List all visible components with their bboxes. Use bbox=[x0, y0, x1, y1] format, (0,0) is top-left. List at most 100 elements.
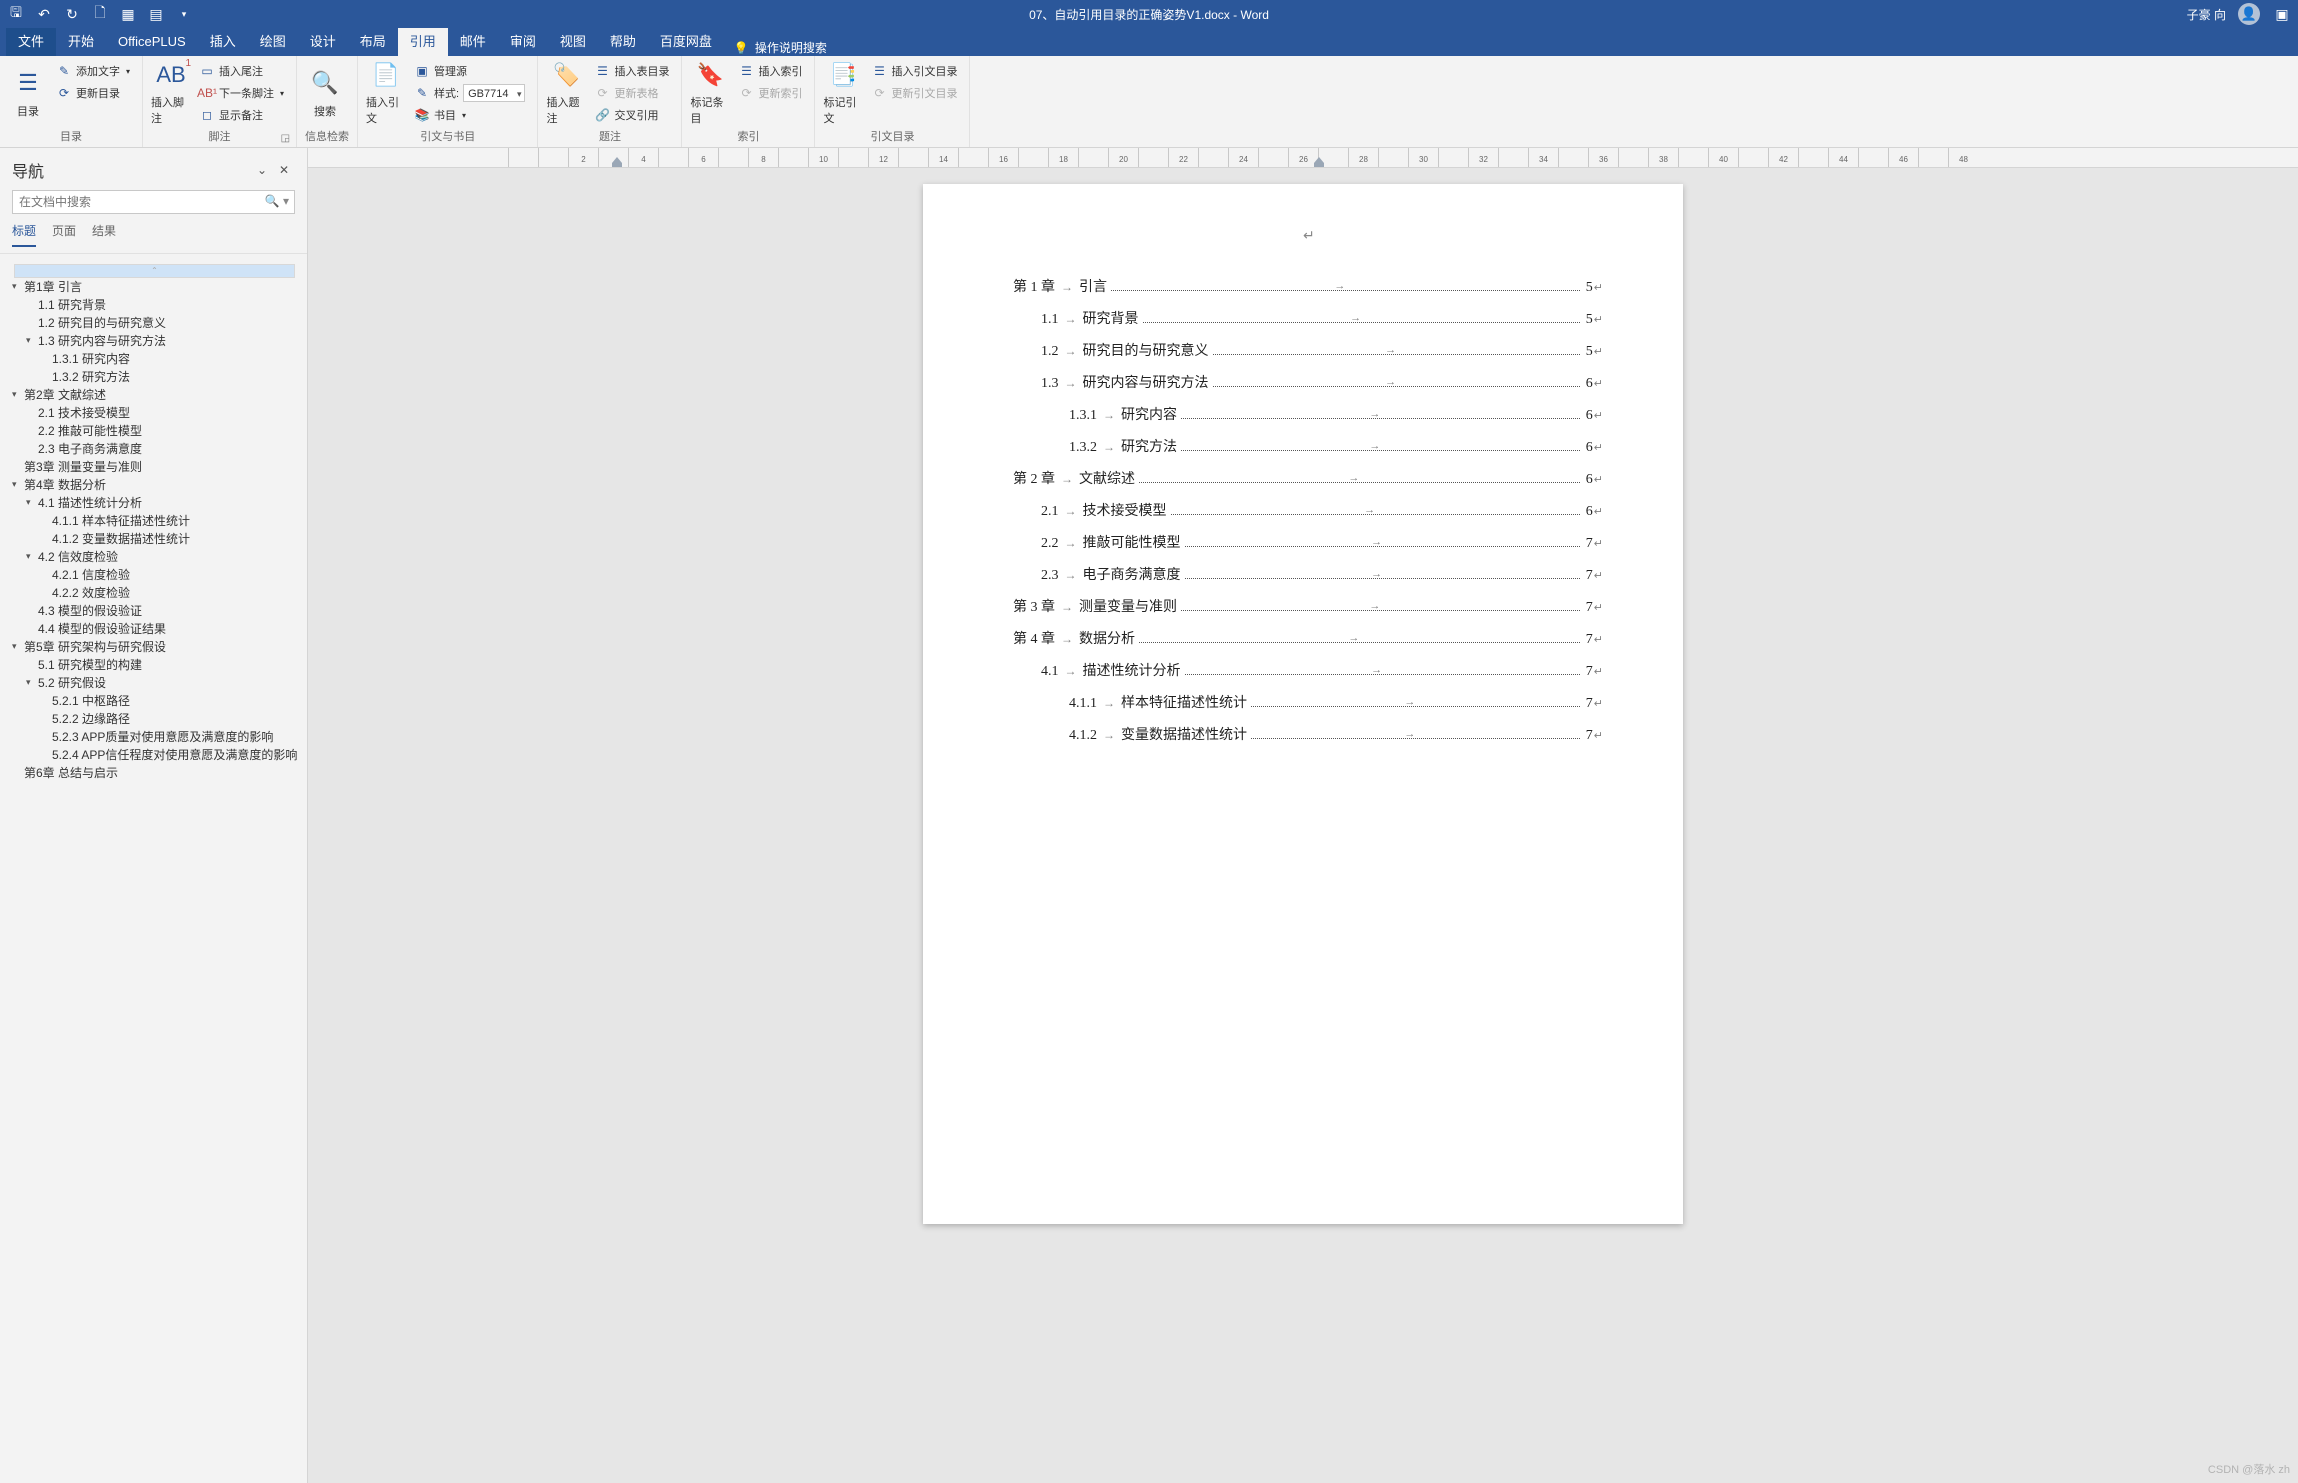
nav-heading-item[interactable]: 5.2.2 边缘路径 bbox=[8, 710, 303, 728]
cross-reference-button[interactable]: 🔗交叉引用 bbox=[590, 104, 673, 126]
insert-authorities-button[interactable]: ☰插入引文目录 bbox=[867, 60, 961, 82]
nav-heading-item[interactable]: 4.1.1 样本特征描述性统计 bbox=[8, 512, 303, 530]
nav-headings-tree[interactable]: ⌃ ▾第1章 引言1.1 研究背景1.2 研究目的与研究意义▾1.3 研究内容与… bbox=[0, 254, 307, 1483]
nav-tab-headings[interactable]: 标题 bbox=[12, 222, 36, 247]
form-icon[interactable]: ▤ bbox=[146, 4, 166, 24]
mark-entry-button[interactable]: 🔖 标记条目 bbox=[690, 60, 730, 126]
table-icon[interactable]: ▦ bbox=[118, 4, 138, 24]
nav-heading-item[interactable]: ▾第2章 文献综述 bbox=[8, 386, 303, 404]
tab-draw[interactable]: 绘图 bbox=[248, 28, 298, 56]
user-name[interactable]: 子豪 向 bbox=[2187, 6, 2226, 23]
nav-heading-item[interactable]: ▾5.2 研究假设 bbox=[8, 674, 303, 692]
toc-entry[interactable]: 2.1→技术接受模型6↵ bbox=[1013, 500, 1603, 520]
redo-icon[interactable]: ↻ bbox=[62, 4, 82, 24]
toc-entry[interactable]: 1.3.1→研究内容6↵ bbox=[1013, 404, 1603, 424]
toc-entry[interactable]: 2.3→电子商务满意度7↵ bbox=[1013, 564, 1603, 584]
twist-icon[interactable]: ▾ bbox=[26, 676, 38, 690]
new-doc-icon[interactable]: 🗋 bbox=[90, 4, 110, 24]
nav-heading-item[interactable]: 2.1 技术接受模型 bbox=[8, 404, 303, 422]
show-notes-button[interactable]: ◻显示备注 bbox=[195, 104, 288, 126]
nav-heading-item[interactable]: 1.3.1 研究内容 bbox=[8, 350, 303, 368]
undo-icon[interactable]: ↶ bbox=[34, 4, 54, 24]
bibliography-button[interactable]: 📚书目▾ bbox=[410, 104, 529, 126]
save-icon[interactable]: 🖫 bbox=[6, 4, 26, 24]
update-toc-button[interactable]: ⟳更新目录 bbox=[52, 82, 134, 104]
nav-close-icon[interactable]: ✕ bbox=[273, 159, 295, 181]
footnote-launcher-icon[interactable]: ◲ bbox=[281, 133, 290, 144]
toc-entry[interactable]: 第 3 章→测量变量与准则7↵ bbox=[1013, 596, 1603, 616]
nav-collapse-icon[interactable]: ⌄ bbox=[251, 159, 273, 181]
nav-heading-item[interactable]: 4.3 模型的假设验证 bbox=[8, 602, 303, 620]
nav-heading-item[interactable]: ▾4.2 信效度检验 bbox=[8, 548, 303, 566]
nav-heading-item[interactable]: 5.2.4 APP信任程度对使用意愿及满意度的影响 bbox=[8, 746, 303, 764]
nav-tab-pages[interactable]: 页面 bbox=[52, 222, 76, 247]
toc-entry[interactable]: 4.1→描述性统计分析7↵ bbox=[1013, 660, 1603, 680]
nav-heading-item[interactable]: 1.3.2 研究方法 bbox=[8, 368, 303, 386]
insert-table-figures-button[interactable]: ☰插入表目录 bbox=[590, 60, 673, 82]
nav-heading-item[interactable]: 4.2.1 信度检验 bbox=[8, 566, 303, 584]
toc-entry[interactable]: 1.3→研究内容与研究方法6↵ bbox=[1013, 372, 1603, 392]
tab-view[interactable]: 视图 bbox=[548, 28, 598, 56]
nav-heading-item[interactable]: 5.2.3 APP质量对使用意愿及满意度的影响 bbox=[8, 728, 303, 746]
horizontal-ruler[interactable]: 2468101214161820222426283032343638404244… bbox=[308, 148, 2298, 168]
nav-top-blank-item[interactable]: ⌃ bbox=[14, 264, 295, 278]
nav-heading-item[interactable]: 5.2.1 中枢路径 bbox=[8, 692, 303, 710]
tab-layout[interactable]: 布局 bbox=[348, 28, 398, 56]
nav-heading-item[interactable]: ▾第5章 研究架构与研究假设 bbox=[8, 638, 303, 656]
nav-heading-item[interactable]: ▾1.3 研究内容与研究方法 bbox=[8, 332, 303, 350]
user-avatar-icon[interactable]: 👤 bbox=[2238, 3, 2260, 25]
citation-style-value[interactable]: GB7714 bbox=[463, 84, 525, 102]
toc-entry[interactable]: 1.3.2→研究方法6↵ bbox=[1013, 436, 1603, 456]
add-text-button[interactable]: ✎添加文字▾ bbox=[52, 60, 134, 82]
tab-review[interactable]: 审阅 bbox=[498, 28, 548, 56]
nav-heading-item[interactable]: ▾第1章 引言 bbox=[8, 278, 303, 296]
search-icon[interactable]: 🔍 ▾ bbox=[265, 194, 289, 208]
tab-baidudisk[interactable]: 百度网盘 bbox=[648, 28, 724, 56]
insert-index-button[interactable]: ☰插入索引 bbox=[734, 60, 806, 82]
toc-entry[interactable]: 1.1→研究背景5↵ bbox=[1013, 308, 1603, 328]
insert-footnote-button[interactable]: AB1 插入脚注 bbox=[151, 60, 191, 126]
toc-entry[interactable]: 第 4 章→数据分析7↵ bbox=[1013, 628, 1603, 648]
insert-caption-button[interactable]: 🏷️ 插入题注 bbox=[546, 60, 586, 126]
tab-mailings[interactable]: 邮件 bbox=[448, 28, 498, 56]
nav-heading-item[interactable]: 1.2 研究目的与研究意义 bbox=[8, 314, 303, 332]
search-button[interactable]: 🔍 搜索 bbox=[305, 60, 345, 126]
tab-help[interactable]: 帮助 bbox=[598, 28, 648, 56]
twist-icon[interactable]: ▾ bbox=[12, 640, 24, 654]
nav-heading-item[interactable]: 4.2.2 效度检验 bbox=[8, 584, 303, 602]
nav-tab-results[interactable]: 结果 bbox=[92, 222, 116, 247]
twist-icon[interactable]: ▾ bbox=[12, 478, 24, 492]
twist-icon[interactable]: ▾ bbox=[26, 496, 38, 510]
toc-entry[interactable]: 2.2→推敲可能性模型7↵ bbox=[1013, 532, 1603, 552]
twist-icon[interactable]: ▾ bbox=[26, 550, 38, 564]
tell-me-search[interactable]: 💡 操作说明搜索 bbox=[734, 39, 827, 56]
nav-heading-item[interactable]: 1.1 研究背景 bbox=[8, 296, 303, 314]
toc-entry[interactable]: 4.1.1→样本特征描述性统计7↵ bbox=[1013, 692, 1603, 712]
insert-endnote-button[interactable]: ▭插入尾注 bbox=[195, 60, 288, 82]
tab-references[interactable]: 引用 bbox=[398, 28, 448, 56]
toc-entry[interactable]: 第 2 章→文献综述6↵ bbox=[1013, 468, 1603, 488]
toc-button[interactable]: ☰ 目录 bbox=[8, 60, 48, 126]
nav-heading-item[interactable]: 2.3 电子商务满意度 bbox=[8, 440, 303, 458]
nav-heading-item[interactable]: 5.1 研究模型的构建 bbox=[8, 656, 303, 674]
nav-heading-item[interactable]: ▾第4章 数据分析 bbox=[8, 476, 303, 494]
next-footnote-button[interactable]: AB¹下一条脚注▾ bbox=[195, 82, 288, 104]
qat-customize-icon[interactable]: ▾ bbox=[174, 4, 194, 24]
toc-entry[interactable]: 第 1 章→引言5↵ bbox=[1013, 276, 1603, 296]
tab-home[interactable]: 开始 bbox=[56, 28, 106, 56]
tab-insert[interactable]: 插入 bbox=[198, 28, 248, 56]
nav-heading-item[interactable]: 第3章 测量变量与准则 bbox=[8, 458, 303, 476]
twist-icon[interactable]: ▾ bbox=[12, 280, 24, 294]
tab-file[interactable]: 文件 bbox=[6, 28, 56, 56]
twist-icon[interactable]: ▾ bbox=[26, 334, 38, 348]
mark-citation-button[interactable]: 📑 标记引文 bbox=[823, 60, 863, 126]
nav-heading-item[interactable]: 4.4 模型的假设验证结果 bbox=[8, 620, 303, 638]
insert-citation-button[interactable]: 📄 插入引文 bbox=[366, 60, 406, 126]
nav-heading-item[interactable]: 4.1.2 变量数据描述性统计 bbox=[8, 530, 303, 548]
manage-sources-button[interactable]: ▣管理源 bbox=[410, 60, 529, 82]
toc-entry[interactable]: 4.1.2→变量数据描述性统计7↵ bbox=[1013, 724, 1603, 744]
twist-icon[interactable]: ▾ bbox=[12, 388, 24, 402]
nav-heading-item[interactable]: ▾4.1 描述性统计分析 bbox=[8, 494, 303, 512]
tab-design[interactable]: 设计 bbox=[298, 28, 348, 56]
document-scroll[interactable]: ↵ 第 1 章→引言5↵1.1→研究背景5↵1.2→研究目的与研究意义5↵1.3… bbox=[308, 168, 2298, 1483]
